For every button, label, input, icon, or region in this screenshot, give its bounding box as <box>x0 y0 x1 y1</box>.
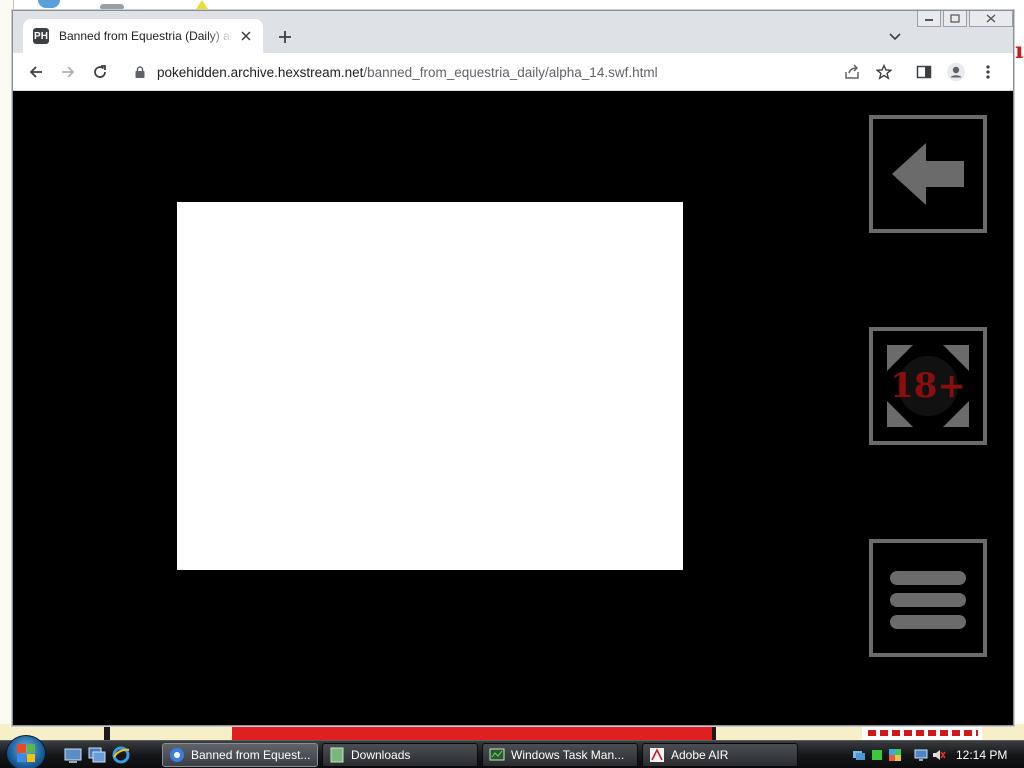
security-icon[interactable] <box>888 748 902 762</box>
url-host: pokehidden.archive.hexstream.net <box>157 64 364 80</box>
adobe-air-icon <box>650 748 664 762</box>
windows-taskbar: Banned from Equest... Downloads Windows … <box>0 735 1024 768</box>
game-menu-button[interactable] <box>869 539 987 657</box>
maximize-button[interactable] <box>943 11 967 27</box>
share-button[interactable] <box>839 59 865 85</box>
taskbar-item-task-manager[interactable]: Windows Task Man... <box>482 743 638 767</box>
close-tab-icon[interactable] <box>237 27 255 45</box>
browser-menu-button[interactable] <box>975 59 1001 85</box>
show-desktop-icon[interactable] <box>64 746 82 764</box>
hamburger-menu-icon <box>890 571 966 629</box>
kebab-menu-icon <box>986 65 990 79</box>
side-panel-button[interactable] <box>911 59 937 85</box>
desktop-bottom-divider <box>712 726 716 740</box>
back-button[interactable] <box>23 59 49 85</box>
game-back-button[interactable] <box>869 115 987 233</box>
folder-icon <box>330 747 344 763</box>
clock[interactable]: 12:14 PM <box>956 748 1007 762</box>
desktop-right-fragment: ı <box>1013 30 1024 140</box>
page-content: 18+ <box>13 91 1013 725</box>
chrome-icon <box>170 748 184 762</box>
adult-label: 18+ <box>890 366 966 406</box>
expand-corners-icon: 18+ <box>887 345 969 427</box>
plus-icon <box>279 31 291 43</box>
task-manager-icon <box>489 748 505 761</box>
taskbar-item-chrome[interactable]: Banned from Equest... <box>162 743 318 767</box>
chevron-down-icon <box>889 33 901 41</box>
volume-muted-icon[interactable] <box>932 748 946 762</box>
window-controls <box>917 11 1013 27</box>
internet-explorer-icon[interactable] <box>112 746 130 764</box>
tab-search-button[interactable] <box>885 27 905 47</box>
taskbar-item-label: Adobe AIR <box>671 748 729 762</box>
minimize-button[interactable] <box>917 11 941 27</box>
flash-game-canvas[interactable] <box>177 202 683 570</box>
url-path: /banned_from_equestria_daily/alpha_14.sw… <box>363 64 658 80</box>
display-icon[interactable] <box>914 748 928 762</box>
profile-icon <box>947 63 965 81</box>
lock-icon[interactable] <box>133 65 147 79</box>
taskbar-item-downloads[interactable]: Downloads <box>322 743 478 767</box>
tab-strip: PH Banned from Equestria (Daily) alpha 1… <box>13 11 1013 53</box>
close-window-button[interactable] <box>969 11 1013 27</box>
url-text: pokehidden.archive.hexstream.net/banned_… <box>157 65 658 80</box>
reload-icon <box>94 65 106 78</box>
profile-button[interactable] <box>943 59 969 85</box>
browser-toolbar: pokehidden.archive.hexstream.net/banned_… <box>13 53 1013 91</box>
side-panel-icon <box>916 65 932 79</box>
start-button[interactable] <box>6 735 46 768</box>
left-arrow-icon <box>892 143 964 205</box>
desktop-bottom-red-band <box>232 726 712 740</box>
browser-window: PH Banned from Equestria (Daily) alpha 1… <box>12 10 1014 726</box>
switch-windows-icon[interactable] <box>88 746 106 764</box>
taskbar-item-adobe-air[interactable]: Adobe AIR <box>642 743 798 767</box>
desktop-bottom-text-fragment <box>862 726 982 740</box>
star-icon <box>876 64 892 80</box>
windows-logo-icon <box>17 744 35 762</box>
network-icon[interactable] <box>852 748 866 762</box>
taskbar-item-label: Banned from Equest... <box>191 748 311 762</box>
site-favicon-icon: PH <box>33 28 49 44</box>
share-icon <box>845 64 859 79</box>
taskbar-item-label: Windows Task Man... <box>511 748 625 762</box>
restore-icon <box>950 14 960 23</box>
address-bar[interactable]: pokehidden.archive.hexstream.net/banned_… <box>123 57 883 87</box>
new-tab-button[interactable] <box>273 25 297 49</box>
forward-button[interactable] <box>55 59 81 85</box>
forward-arrow-icon <box>62 66 75 78</box>
back-arrow-icon <box>29 66 42 78</box>
adult-content-button[interactable]: 18+ <box>869 327 987 445</box>
desktop-bottom-divider <box>104 726 110 740</box>
system-tray: 12:14 PM <box>852 743 1024 767</box>
tab-title: Banned from Equestria (Daily) alpha 14 <box>59 29 233 43</box>
battery-icon[interactable] <box>870 748 884 762</box>
close-icon <box>986 14 996 23</box>
minimize-icon <box>925 18 933 21</box>
bookmark-button[interactable] <box>871 59 897 85</box>
tab-active[interactable]: PH Banned from Equestria (Daily) alpha 1… <box>23 19 263 53</box>
reload-button[interactable] <box>87 59 113 85</box>
desktop-icon-fragment <box>196 0 208 9</box>
taskbar-item-label: Downloads <box>351 748 411 762</box>
